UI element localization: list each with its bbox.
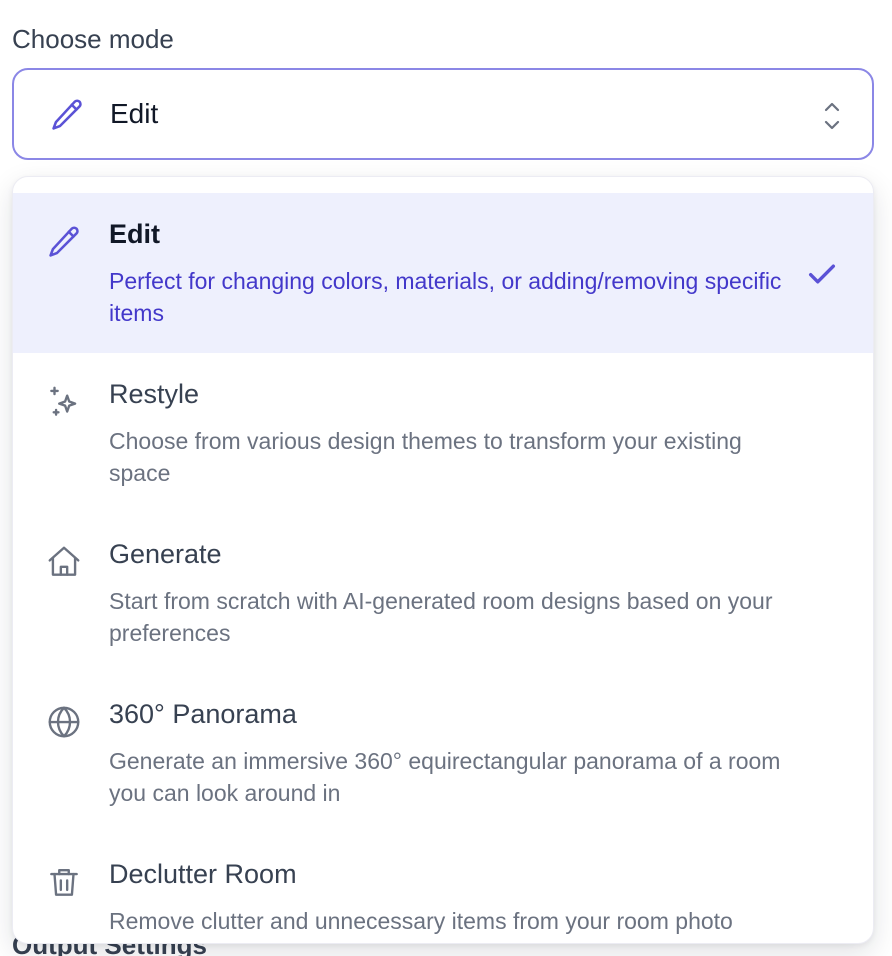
option-title: Declutter Room	[109, 859, 297, 889]
home-icon	[45, 543, 83, 581]
option-description: Generate an immersive 360° equirectangul…	[109, 748, 781, 806]
pencil-icon	[45, 223, 83, 261]
sparkles-icon	[45, 383, 83, 421]
mode-dropdown-menu: Edit Perfect for changing colors, materi…	[12, 176, 874, 944]
option-title: Restyle	[109, 379, 200, 409]
option-description: Perfect for changing colors, materials, …	[109, 268, 782, 326]
trash-icon	[45, 863, 83, 901]
mode-select[interactable]: Edit	[12, 68, 874, 160]
option-title: Generate	[109, 539, 222, 569]
option-description: Start from scratch with AI-generated roo…	[109, 588, 773, 646]
option-description: Choose from various design themes to tra…	[109, 428, 742, 486]
chevron-up-down-icon	[820, 96, 844, 136]
globe-icon	[45, 703, 83, 741]
option-declutter-room[interactable]: Declutter Room Remove clutter and unnece…	[13, 833, 873, 943]
selected-mode-label: Edit	[110, 98, 159, 129]
check-icon	[805, 257, 839, 291]
option-generate[interactable]: Generate Start from scratch with AI-gene…	[13, 513, 873, 673]
option-title: Edit	[109, 219, 160, 249]
page: Choose mode Edit Output Settings	[0, 0, 892, 956]
option-restyle[interactable]: Restyle Choose from various design theme…	[13, 353, 873, 513]
choose-mode-label: Choose mode	[12, 24, 174, 54]
option-description: Remove clutter and unnecessary items fro…	[109, 908, 733, 934]
option-title: 360° Panorama	[109, 699, 297, 729]
option-360-panorama[interactable]: 360° Panorama Generate an immersive 360°…	[13, 673, 873, 833]
pencil-icon	[48, 96, 86, 134]
option-edit[interactable]: Edit Perfect for changing colors, materi…	[13, 193, 873, 353]
